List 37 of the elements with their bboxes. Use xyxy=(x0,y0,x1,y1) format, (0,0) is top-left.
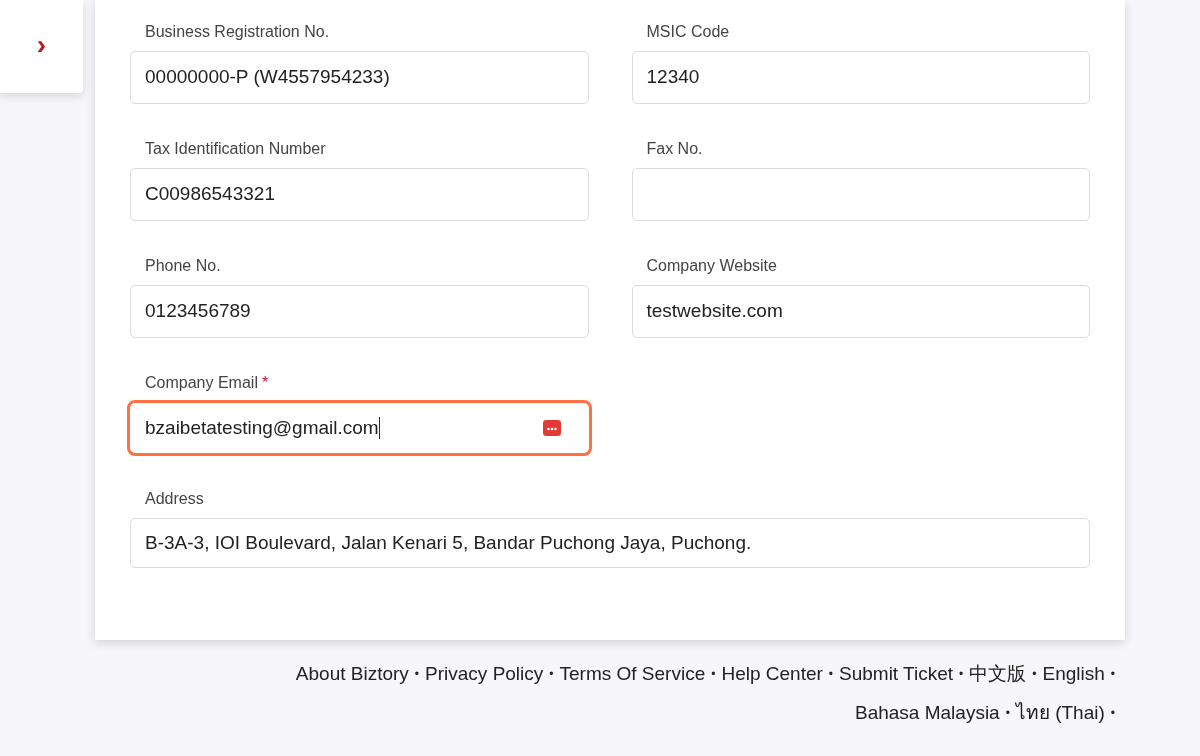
required-mark: * xyxy=(261,373,269,393)
separator-dot: • xyxy=(549,666,554,684)
footer-link[interactable]: English xyxy=(1042,660,1105,689)
separator-dot: • xyxy=(1110,666,1115,684)
separator-dot: • xyxy=(1110,704,1115,722)
input-field[interactable]: 00000000-P (W4557954233) xyxy=(130,51,589,104)
footer-link[interactable]: Submit Ticket xyxy=(839,660,954,689)
field-label: Business Registration No. xyxy=(145,22,330,42)
field-label: Fax No. xyxy=(646,139,703,159)
input-field[interactable]: 12340 xyxy=(631,51,1090,104)
field-label: MSIC Code xyxy=(646,22,730,42)
separator-dot: • xyxy=(414,666,420,684)
sidebar-toggle-button[interactable]: › xyxy=(0,0,83,93)
footer-link[interactable]: ไทย (Thai) xyxy=(1015,698,1105,727)
footer-link[interactable]: Privacy Policy xyxy=(425,660,544,689)
input-field[interactable]: 0123456789 xyxy=(130,285,589,338)
footer-link[interactable]: Help Center xyxy=(721,660,823,689)
footer-link[interactable]: About Biztory xyxy=(295,660,409,689)
input-field[interactable]: testwebsite.com xyxy=(631,285,1090,338)
input-field[interactable]: bzaibetatesting@gmail.com xyxy=(127,400,592,456)
footer-link[interactable]: 中文版 xyxy=(969,660,1027,689)
input-field[interactable] xyxy=(631,168,1090,221)
field-label: Phone No. xyxy=(145,256,221,276)
separator-dot: • xyxy=(1032,666,1037,684)
field-label: Company Email xyxy=(145,373,258,393)
separator-dot: • xyxy=(1005,704,1010,722)
input-field[interactable]: B-3A-3, IOI Boulevard, Jalan Kenari 5, Bandar Puchong Jaya, Puchong. xyxy=(130,518,1090,568)
separator-dot: • xyxy=(828,666,833,684)
footer-link[interactable]: Terms Of Service xyxy=(559,660,706,689)
field-label: Tax Identification Number xyxy=(145,139,326,159)
footer-link[interactable]: Bahasa Malaysia xyxy=(855,698,1000,727)
field-label: Company Website xyxy=(646,256,777,276)
input-field[interactable]: C00986543321 xyxy=(130,168,589,221)
field-label: Address xyxy=(145,489,204,509)
separator-dot: • xyxy=(959,666,964,684)
separator-dot: • xyxy=(711,666,716,684)
autofill-icon[interactable] xyxy=(542,420,561,436)
